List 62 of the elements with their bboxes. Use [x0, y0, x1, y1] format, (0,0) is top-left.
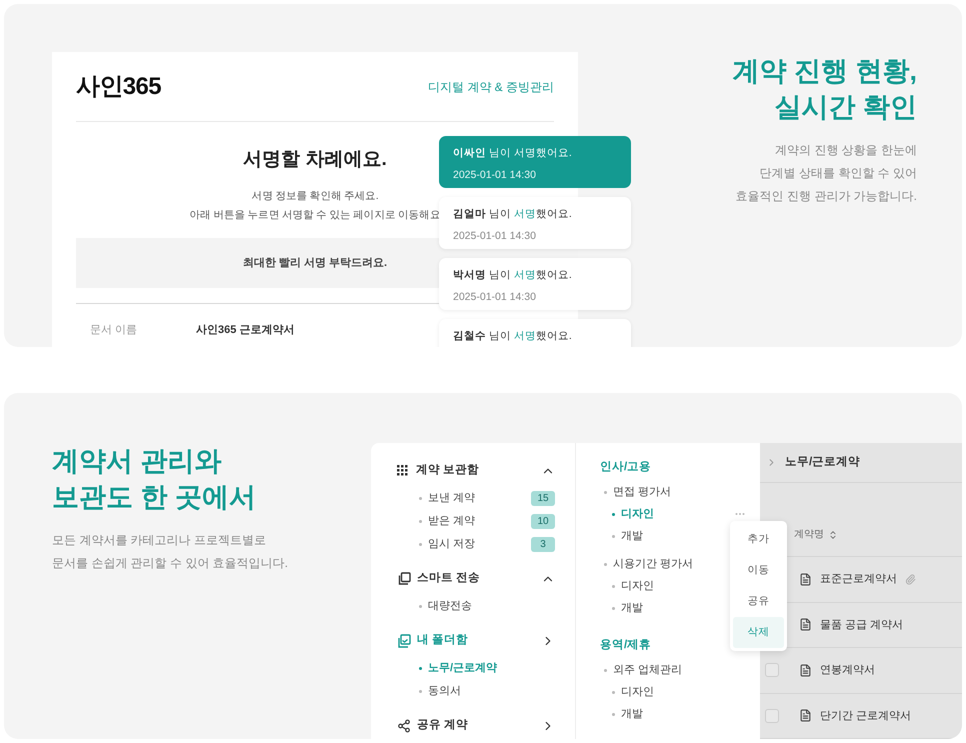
sidebar-item[interactable]: 임시 저장 3: [419, 535, 555, 553]
signing-title: 서명할 차례에요.: [243, 148, 387, 172]
sidebar-group[interactable]: 공유 계약: [397, 716, 555, 736]
feature-description: 단계별 상태를 확인할 수 있어: [760, 165, 917, 182]
column-header[interactable]: 계약명: [794, 527, 838, 542]
feature-heading: 계약서 관리와: [52, 445, 223, 478]
count-badge: 3: [531, 536, 555, 552]
feature-description: 문서를 손쉽게 관리할 수 있어 효율적입니다.: [52, 555, 290, 572]
copies-icon: [397, 572, 411, 586]
signing-subtitle: 서명 정보를 확인해 주세요.: [252, 188, 378, 204]
folder-item[interactable]: 개발: [612, 706, 643, 722]
feature-description: 계약의 진행 상황을 한눈에: [774, 142, 917, 159]
contract-name[interactable]: 단기간 근로계약서: [820, 708, 912, 724]
breadcrumb: 노무/근로계약: [785, 454, 860, 470]
logo: 사인365: [76, 72, 162, 102]
notification-time: 2025-01-01 14:30: [453, 228, 537, 244]
field-value: 사인365 근로계약서: [196, 323, 294, 338]
document-icon: [799, 573, 812, 586]
folder-item[interactable]: 외주 업체관리: [600, 661, 746, 679]
document-icon: [799, 664, 812, 677]
row-checkbox[interactable]: [765, 663, 779, 678]
sort-icon: [828, 530, 838, 540]
feature-description: 효율적인 진행 관리가 가능합니다.: [736, 188, 917, 205]
grid-icon: [397, 464, 410, 478]
sidebar-group[interactable]: 스마트 전송: [397, 569, 555, 589]
sidebar-item[interactable]: 대량전송: [419, 597, 555, 615]
sidebar-item[interactable]: 동의서: [419, 682, 555, 700]
signing-subtitle: 아래 버튼을 누르면 서명할 수 있는 페이지로 이동해요: [190, 208, 440, 224]
count-badge: 15: [531, 490, 555, 506]
notification-message: 김철수 님이 서명 했어요.: [453, 329, 573, 344]
document-icon: [799, 618, 812, 632]
folder-item[interactable]: 개발: [612, 528, 643, 544]
sidebar-group[interactable]: 계약 보관함: [397, 461, 555, 481]
notification-message: 박서명 님이 서명 했어요.: [453, 268, 573, 283]
row-checkbox[interactable]: [765, 708, 779, 723]
notification-time: 2025-01-01 14:30: [453, 168, 537, 183]
notification-message: 김얼마 님이 서명 했어요.: [453, 207, 573, 222]
feature-heading: 계약 진행 현황,: [732, 55, 917, 88]
folder-item[interactable]: 디자인: [612, 578, 654, 594]
field-label: 문서 이름: [89, 323, 138, 338]
contract-name[interactable]: 물품 공급 계약서: [820, 616, 904, 634]
document-icon: [799, 709, 812, 722]
share-icon: [397, 719, 411, 733]
contract-name[interactable]: 표준근로계약서: [820, 571, 897, 588]
count-badge: 10: [531, 514, 555, 528]
folder-item[interactable]: 개발: [612, 600, 643, 616]
menu-item[interactable]: 공유: [733, 586, 784, 617]
sidebar-item[interactable]: 받은 계약 10: [419, 512, 555, 530]
folder-item[interactable]: 디자인: [612, 684, 654, 700]
paperclip-icon: [905, 574, 916, 586]
sidebar-item[interactable]: 보낸 계약 15: [419, 489, 555, 507]
folder-item[interactable]: 면접 평가서: [600, 483, 746, 501]
folder-icon: [397, 634, 411, 648]
feature-heading: 실시간 확인: [774, 91, 917, 124]
feature-description: 모든 계약서를 카테고리나 프로젝트별로: [52, 532, 268, 549]
contract-name[interactable]: 연봉계약서: [820, 662, 875, 679]
feature-heading: 보관도 한 곳에서: [52, 481, 258, 514]
notification-time: 2025-01-01 14:30: [453, 290, 537, 305]
menu-item[interactable]: 추가: [733, 524, 784, 555]
notice-text: 최대한 빨리 서명 부탁드려요.: [242, 256, 388, 271]
notification-message: 이싸인 님이 서명 했어요.: [453, 146, 573, 161]
tagline: 디지털 계약 & 증빙관리: [428, 78, 554, 96]
